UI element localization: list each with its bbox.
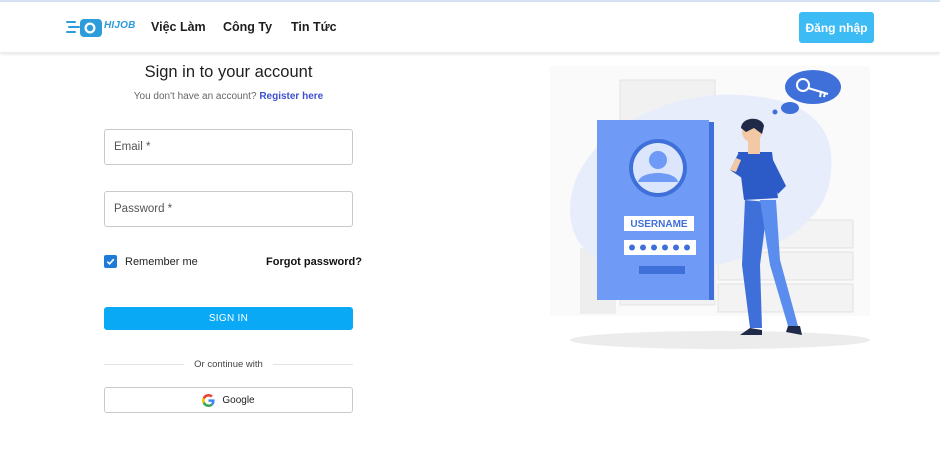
sign-in-button[interactable]: SIGN IN bbox=[104, 307, 353, 330]
card-button bbox=[639, 266, 685, 274]
login-illustration: USERNAME bbox=[550, 66, 870, 349]
divider-line-right bbox=[272, 363, 353, 365]
username-label: USERNAME bbox=[630, 219, 688, 230]
checkbox-checked-icon[interactable] bbox=[104, 255, 117, 268]
divider-line-left bbox=[104, 363, 185, 365]
password-dot bbox=[662, 244, 668, 251]
password-dot bbox=[684, 244, 690, 251]
register-prompt: You don't have an account? Register here bbox=[104, 91, 353, 102]
floor-shadow bbox=[570, 331, 870, 349]
google-icon bbox=[202, 393, 215, 407]
register-prompt-text: You don't have an account? bbox=[133, 91, 257, 102]
google-signin-button[interactable]: Google bbox=[104, 387, 353, 413]
thought-dot bbox=[781, 102, 799, 114]
password-dot bbox=[673, 244, 679, 251]
remember-me-checkbox[interactable]: Remember me bbox=[104, 255, 198, 268]
logo-text: HIJOB bbox=[104, 20, 136, 31]
password-dot bbox=[629, 244, 635, 251]
continue-divider: Or continue with bbox=[104, 358, 353, 370]
login-button[interactable]: Đăng nhập bbox=[799, 12, 874, 43]
nav-link-cong-ty[interactable]: Công Ty bbox=[223, 20, 272, 34]
nav-link-viec-lam[interactable]: Việc Làm bbox=[151, 20, 206, 34]
password-field[interactable]: Password * bbox=[104, 191, 353, 227]
nav-link-tin-tuc[interactable]: Tin Tức bbox=[291, 20, 337, 34]
forgot-password-link[interactable]: Forgot password? bbox=[266, 256, 362, 268]
top-navbar: HIJOB Việc Làm Công Ty Tin Tức Đăng nhập bbox=[0, 2, 940, 53]
divider-text: Or continue with bbox=[194, 358, 263, 370]
password-dot bbox=[651, 244, 657, 251]
remember-me-label: Remember me bbox=[125, 255, 198, 268]
page-title: Sign in to your account bbox=[144, 63, 313, 81]
thought-dot-small bbox=[772, 109, 778, 115]
google-button-label: Google bbox=[222, 394, 255, 406]
register-link[interactable]: Register here bbox=[259, 91, 323, 102]
password-dot bbox=[640, 244, 646, 251]
email-placeholder: Email * bbox=[114, 141, 151, 153]
password-placeholder: Password * bbox=[114, 203, 173, 215]
thought-bubble bbox=[785, 70, 841, 104]
email-field[interactable]: Email * bbox=[104, 129, 353, 165]
avatar-head bbox=[649, 151, 667, 169]
